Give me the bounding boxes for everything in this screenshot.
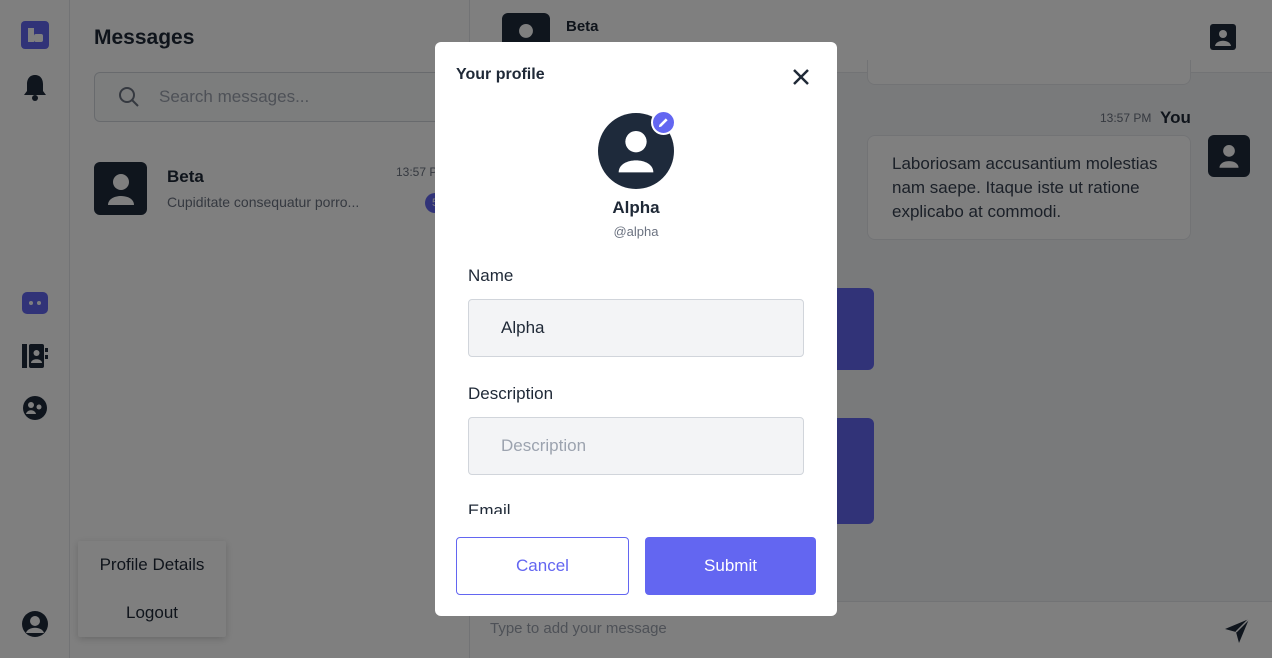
description-field[interactable]: [468, 417, 804, 475]
profile-handle: @alpha: [613, 224, 659, 239]
close-icon[interactable]: [790, 66, 812, 88]
email-label: Email: [468, 501, 511, 514]
profile-form: Name Description Email: [435, 258, 837, 514]
submit-button[interactable]: Submit: [645, 537, 816, 595]
pencil-icon: [658, 118, 668, 128]
modal-title: Your profile: [456, 66, 545, 83]
edit-avatar-button[interactable]: [651, 110, 676, 135]
description-label: Description: [468, 384, 554, 403]
profile-name: Alpha: [612, 198, 660, 217]
name-field[interactable]: [468, 299, 804, 357]
name-label: Name: [468, 266, 514, 285]
user-icon: [618, 131, 654, 173]
cancel-button[interactable]: Cancel: [456, 537, 629, 595]
profile-modal: Your profile Alpha @alpha Name Descripti…: [435, 42, 837, 616]
